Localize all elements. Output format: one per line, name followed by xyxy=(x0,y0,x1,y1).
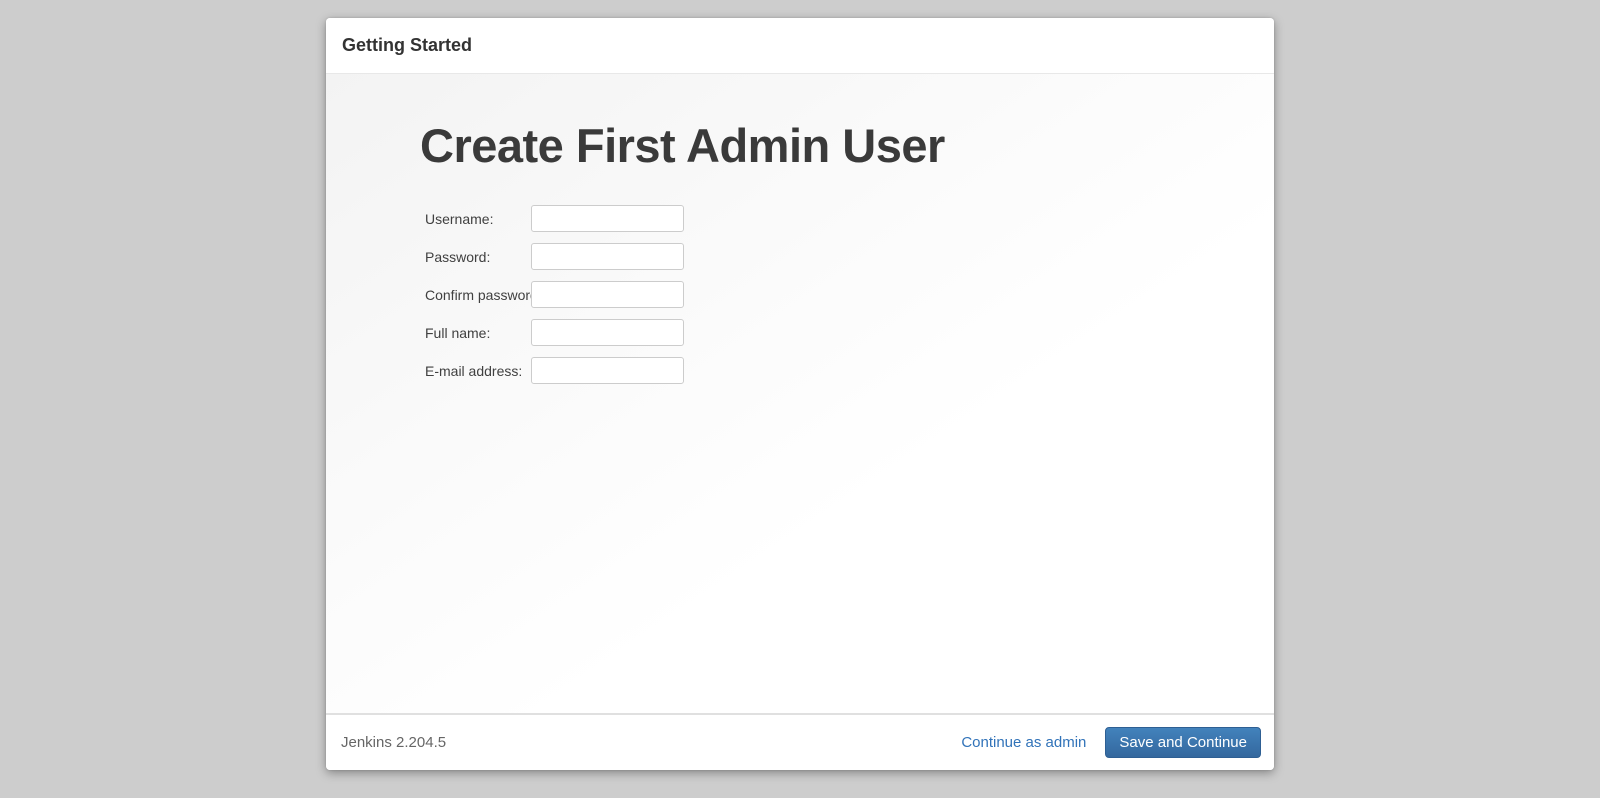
form-row-email: E-mail address: xyxy=(425,357,684,384)
username-label: Username: xyxy=(425,211,531,227)
password-input[interactable] xyxy=(531,243,684,270)
confirm-password-input[interactable] xyxy=(531,281,684,308)
form-row-password: Password: xyxy=(425,243,684,270)
fullname-label: Full name: xyxy=(425,325,531,341)
email-input[interactable] xyxy=(531,357,684,384)
dialog-footer: Jenkins 2.204.5 Continue as admin Save a… xyxy=(326,713,1274,770)
jenkins-version-label: Jenkins 2.204.5 xyxy=(341,734,446,751)
dialog-body: Create First Admin User Username: Passwo… xyxy=(326,74,1274,713)
continue-as-admin-link[interactable]: Continue as admin xyxy=(961,734,1086,751)
form-row-username: Username: xyxy=(425,205,684,232)
page-title: Create First Admin User xyxy=(420,120,945,172)
email-label: E-mail address: xyxy=(425,363,531,379)
save-and-continue-button[interactable]: Save and Continue xyxy=(1105,727,1261,758)
setup-wizard-dialog: Getting Started Create First Admin User … xyxy=(326,18,1274,770)
fullname-input[interactable] xyxy=(531,319,684,346)
create-admin-form: Username: Password: Confirm password: Fu… xyxy=(425,205,684,395)
username-input[interactable] xyxy=(531,205,684,232)
confirm-password-label: Confirm password: xyxy=(425,287,531,303)
dialog-header: Getting Started xyxy=(326,18,1274,74)
form-row-fullname: Full name: xyxy=(425,319,684,346)
form-row-confirm-password: Confirm password: xyxy=(425,281,684,308)
dialog-title: Getting Started xyxy=(342,35,472,56)
password-label: Password: xyxy=(425,249,531,265)
